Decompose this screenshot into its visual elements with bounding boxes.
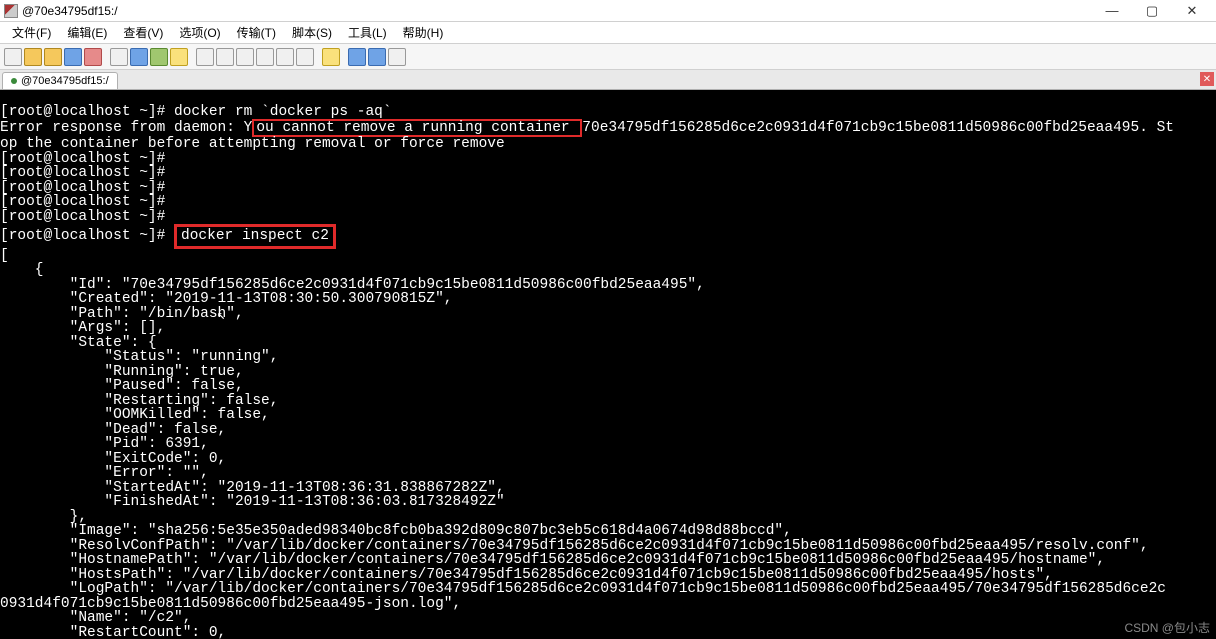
close-button[interactable]: ✕ bbox=[1172, 1, 1212, 21]
toolbar-reconnect-icon[interactable] bbox=[24, 48, 42, 66]
tab-status-dot bbox=[11, 78, 17, 84]
toolbar-log-icon[interactable] bbox=[256, 48, 274, 66]
term-text: Error response from daemon: Y bbox=[0, 120, 252, 136]
toolbar-about-icon[interactable] bbox=[368, 48, 386, 66]
highlight-error-box: ou cannot remove a running container bbox=[252, 119, 582, 137]
toolbar-sess1-icon[interactable] bbox=[196, 48, 214, 66]
toolbar-quick-icon[interactable] bbox=[64, 48, 82, 66]
toolbar-opt-icon[interactable] bbox=[296, 48, 314, 66]
menu-transfer[interactable]: 传输(T) bbox=[229, 22, 284, 43]
term-text: 70e34795df156285d6ce2c0931d4f071cb9c15be… bbox=[582, 120, 1174, 136]
toolbar bbox=[0, 44, 1216, 70]
window-title: @70e34795df15:/ bbox=[22, 4, 118, 18]
tab-label: @70e34795df15:/ bbox=[21, 75, 109, 87]
toolbar-menu-icon[interactable] bbox=[388, 48, 406, 66]
toolbar-key-icon[interactable] bbox=[322, 48, 340, 66]
menu-file[interactable]: 文件(F) bbox=[4, 22, 59, 43]
toolbar-connect-icon[interactable] bbox=[4, 48, 22, 66]
toolbar-print-icon[interactable] bbox=[110, 48, 128, 66]
toolbar-paste-icon[interactable] bbox=[150, 48, 168, 66]
maximize-button[interactable]: ▢ bbox=[1132, 1, 1172, 21]
terminal[interactable]: [root@localhost ~]# docker rm `docker ps… bbox=[0, 90, 1216, 639]
term-line: [root@localhost ~]# docker rm `docker ps… bbox=[0, 104, 392, 120]
titlebar: @70e34795df15:/ — ▢ ✕ bbox=[0, 0, 1216, 22]
minimize-button[interactable]: — bbox=[1092, 1, 1132, 21]
term-line: [root@localhost ~]# bbox=[0, 209, 165, 225]
toolbar-sess3-icon[interactable] bbox=[236, 48, 254, 66]
tab-close-button[interactable]: ✕ bbox=[1200, 72, 1214, 86]
menubar: 文件(F) 编辑(E) 查看(V) 选项(O) 传输(T) 脚本(S) 工具(L… bbox=[0, 22, 1216, 44]
toolbar-help-icon[interactable] bbox=[348, 48, 366, 66]
term-line: [root@localhost ~]# docker inspect c2 bbox=[0, 228, 336, 244]
menu-view[interactable]: 查看(V) bbox=[115, 22, 171, 43]
term-text: [root@localhost ~]# bbox=[0, 228, 174, 244]
toolbar-cancel-icon[interactable] bbox=[84, 48, 102, 66]
toolbar-sess2-icon[interactable] bbox=[216, 48, 234, 66]
menu-tools[interactable]: 工具(L) bbox=[340, 22, 395, 43]
tabbar: @70e34795df15:/ ✕ bbox=[0, 70, 1216, 90]
toolbar-sftp-icon[interactable] bbox=[276, 48, 294, 66]
menu-help[interactable]: 帮助(H) bbox=[395, 22, 452, 43]
menu-script[interactable]: 脚本(S) bbox=[284, 22, 340, 43]
toolbar-find-icon[interactable] bbox=[170, 48, 188, 66]
highlight-command-box: docker inspect c2 bbox=[174, 224, 336, 249]
menu-option[interactable]: 选项(O) bbox=[171, 22, 228, 43]
session-tab[interactable]: @70e34795df15:/ bbox=[2, 72, 118, 89]
watermark: CSDN @包小志 bbox=[1124, 621, 1210, 636]
menu-edit[interactable]: 编辑(E) bbox=[59, 22, 115, 43]
term-line: "RestartCount": 0, bbox=[0, 625, 226, 639]
app-icon bbox=[4, 4, 18, 18]
toolbar-copy-icon[interactable] bbox=[130, 48, 148, 66]
toolbar-disconnect-icon[interactable] bbox=[44, 48, 62, 66]
term-line: Error response from daemon: You cannot r… bbox=[0, 120, 1174, 136]
